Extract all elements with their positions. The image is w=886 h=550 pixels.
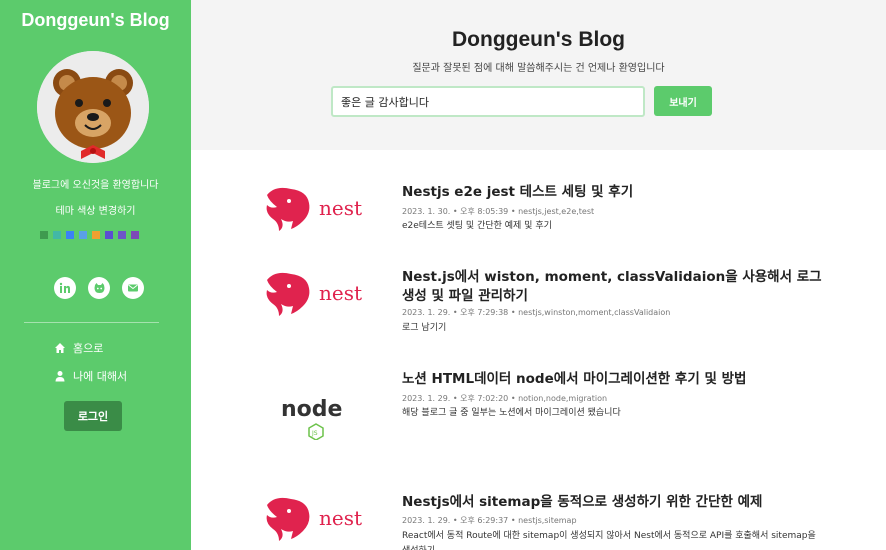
linkedin-icon[interactable]	[54, 277, 76, 299]
sidebar: Donggeun's Blog 블로그에 오신것을 환영합니다 테마 색상 변경…	[0, 0, 191, 550]
meta-separator: •	[510, 308, 516, 317]
svg-text:nest: nest	[319, 196, 362, 220]
post-time: 오후 7:02:20	[460, 394, 509, 403]
meta-separator: •	[452, 308, 458, 317]
post-tags: nestjs,sitemap	[518, 516, 577, 525]
bear-avatar-icon	[37, 51, 149, 163]
theme-swatch[interactable]	[105, 231, 113, 239]
svg-text:node: node	[281, 397, 342, 422]
page-subtitle: 질문과 잘못된 점에 대해 말씀해주시는 건 언제나 환영입니다	[412, 63, 665, 74]
post-time: 오후 6:29:37	[460, 516, 509, 525]
user-icon	[55, 371, 65, 382]
welcome-text: 블로그에 오신것을 환영합니다	[32, 180, 159, 191]
post-title[interactable]: Nestjs에서 sitemap을 동적으로 생성하기 위한 간단한 예제	[402, 493, 822, 512]
post-tags: nestjs,winston,moment,classValidaion	[518, 308, 671, 317]
theme-swatch[interactable]	[131, 231, 139, 239]
blog-page: Donggeun's Blog 블로그에 오신것을 환영합니다 테마 색상 변경…	[0, 0, 886, 550]
theme-color-link[interactable]: 테마 색상 변경하기	[0, 202, 191, 217]
meta-separator: •	[452, 516, 458, 525]
theme-swatch[interactable]	[66, 231, 74, 239]
post-title[interactable]: 노션 HTML데이터 node에서 마이그레이션한 후기 및 방법	[402, 370, 822, 389]
nav-about[interactable]: 나에 대해서	[54, 368, 127, 384]
theme-swatch[interactable]	[40, 231, 48, 239]
post-item[interactable]: nest Nestjs에서 sitemap을 동적으로 생성하기 위한 간단한 …	[191, 490, 886, 550]
post-meta: 2023. 1. 29. • 오후 6:29:37 • nestjs,sitem…	[402, 515, 577, 526]
post-time: 오후 7:29:38	[460, 308, 509, 317]
theme-swatch[interactable]	[53, 231, 61, 239]
post-meta: 2023. 1. 29. • 오후 7:02:20 • notion,node,…	[402, 393, 607, 404]
post-date: 2023. 1. 29.	[402, 516, 451, 525]
theme-swatch[interactable]	[79, 231, 87, 239]
post-item[interactable]: node JS 노션 HTML데이터 node에서 마이그레이션한 후기 및 방…	[191, 370, 886, 450]
post-item[interactable]: nest Nest.js에서 wiston, moment, classVali…	[191, 265, 886, 345]
nav-about-label: 나에 대해서	[73, 370, 128, 383]
meta-separator: •	[510, 207, 516, 216]
nest-logo: nest	[261, 268, 371, 328]
post-tags: nestjs,jest,e2e,test	[518, 207, 595, 216]
svg-text:nest: nest	[319, 281, 362, 305]
guestbook-header: Donggeun's Blog 질문과 잘못된 점에 대해 말씀해주시는 건 언…	[191, 0, 886, 150]
nodejs-logo-icon: node JS	[281, 397, 342, 441]
node-logo: node JS	[261, 390, 371, 450]
mail-icon[interactable]	[122, 277, 144, 299]
post-description: React에서 동적 Route에 대한 sitemap이 생성되지 않아서 N…	[402, 531, 816, 550]
post-date: 2023. 1. 29.	[402, 394, 451, 403]
nest-logo-icon: nest	[266, 497, 362, 541]
social-links	[54, 277, 144, 299]
sidebar-divider	[24, 322, 159, 323]
post-date: 2023. 1. 30.	[402, 207, 451, 216]
meta-separator: •	[510, 516, 516, 525]
login-button[interactable]: 로그인	[64, 401, 122, 431]
post-time: 오후 8:05:39	[460, 207, 509, 216]
svg-text:nest: nest	[319, 506, 362, 530]
svg-text:JS: JS	[311, 430, 318, 437]
theme-swatches	[40, 231, 139, 239]
post-item[interactable]: nest Nestjs e2e jest 테스트 세팅 및 후기 2023. 1…	[191, 180, 886, 250]
post-description: 해당 블로그 글 중 일부는 노션에서 마이그레이션 됐습니다	[402, 408, 621, 418]
nest-logo: nest	[261, 493, 371, 550]
post-description: 로그 남기기	[402, 323, 447, 333]
github-icon[interactable]	[88, 277, 110, 299]
page-title: Donggeun's Blog	[452, 28, 625, 51]
sidebar-blog-title[interactable]: Donggeun's Blog	[0, 10, 191, 31]
post-tags: notion,node,migration	[518, 394, 608, 403]
nav-home[interactable]: 홈으로	[54, 340, 103, 356]
avatar	[37, 51, 149, 163]
guestbook-input[interactable]	[331, 86, 645, 117]
post-meta: 2023. 1. 30. • 오후 8:05:39 • nestjs,jest,…	[402, 206, 594, 217]
post-title[interactable]: Nestjs e2e jest 테스트 세팅 및 후기	[402, 183, 822, 202]
meta-separator: •	[510, 394, 516, 403]
post-title[interactable]: Nest.js에서 wiston, moment, classValidaion…	[402, 268, 822, 306]
post-meta: 2023. 1. 29. • 오후 7:29:38 • nestjs,winst…	[402, 307, 670, 318]
nest-logo-icon: nest	[266, 187, 362, 231]
theme-swatch[interactable]	[92, 231, 100, 239]
post-description: e2e테스트 셋팅 및 간단한 예제 및 후기	[402, 221, 552, 231]
nest-logo: nest	[261, 183, 371, 243]
meta-separator: •	[452, 207, 458, 216]
meta-separator: •	[452, 394, 458, 403]
send-button[interactable]: 보내기	[654, 86, 712, 116]
nav-home-label: 홈으로	[73, 342, 104, 355]
theme-swatch[interactable]	[118, 231, 126, 239]
post-date: 2023. 1. 29.	[402, 308, 451, 317]
home-icon	[55, 343, 65, 353]
nest-logo-icon: nest	[266, 272, 362, 316]
